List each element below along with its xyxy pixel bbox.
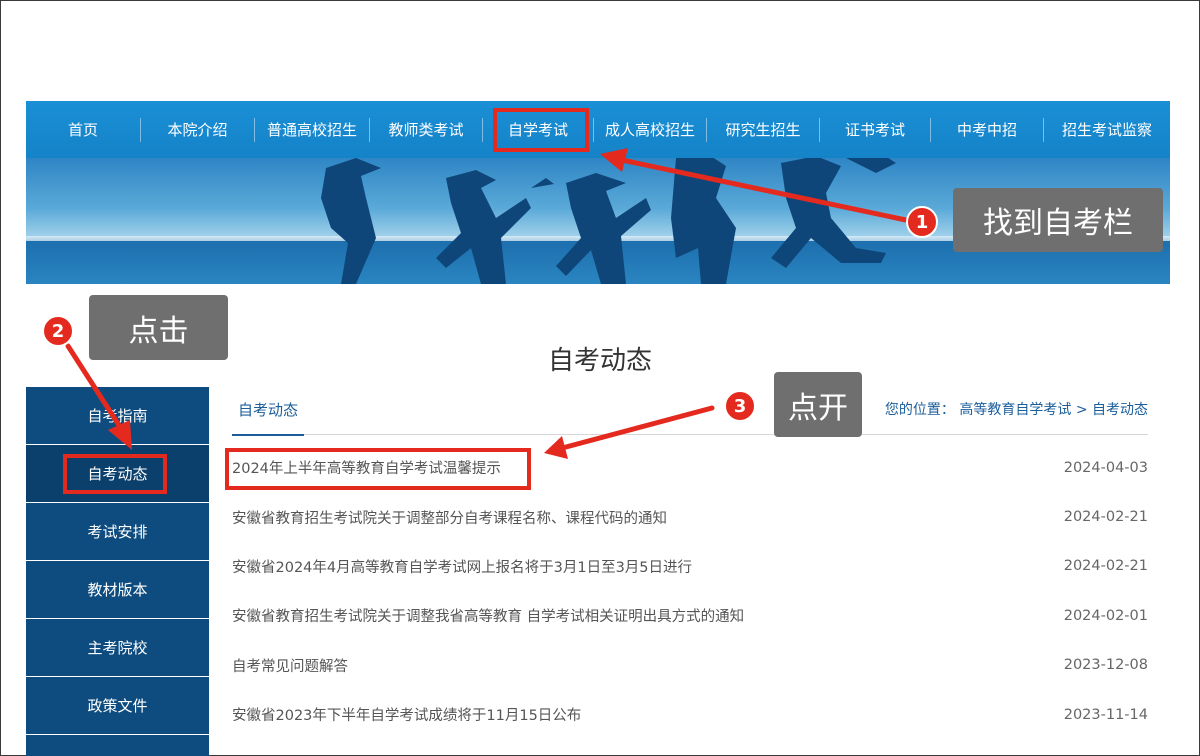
step-3-badge: 3 <box>724 390 756 422</box>
arrow-step1-head <box>600 148 628 172</box>
arrow-step3-head <box>544 436 568 459</box>
step-1-badge: 1 <box>906 206 938 238</box>
arrow-step3-line <box>563 405 715 450</box>
step-1-callout: 找到自考栏 <box>953 188 1163 252</box>
step-2-callout: 点击 <box>89 295 228 360</box>
step-2-badge: 2 <box>42 315 74 347</box>
annotation-arrows <box>65 148 909 459</box>
step-3-callout: 点开 <box>774 372 862 437</box>
arrow-step1-line <box>619 157 909 223</box>
